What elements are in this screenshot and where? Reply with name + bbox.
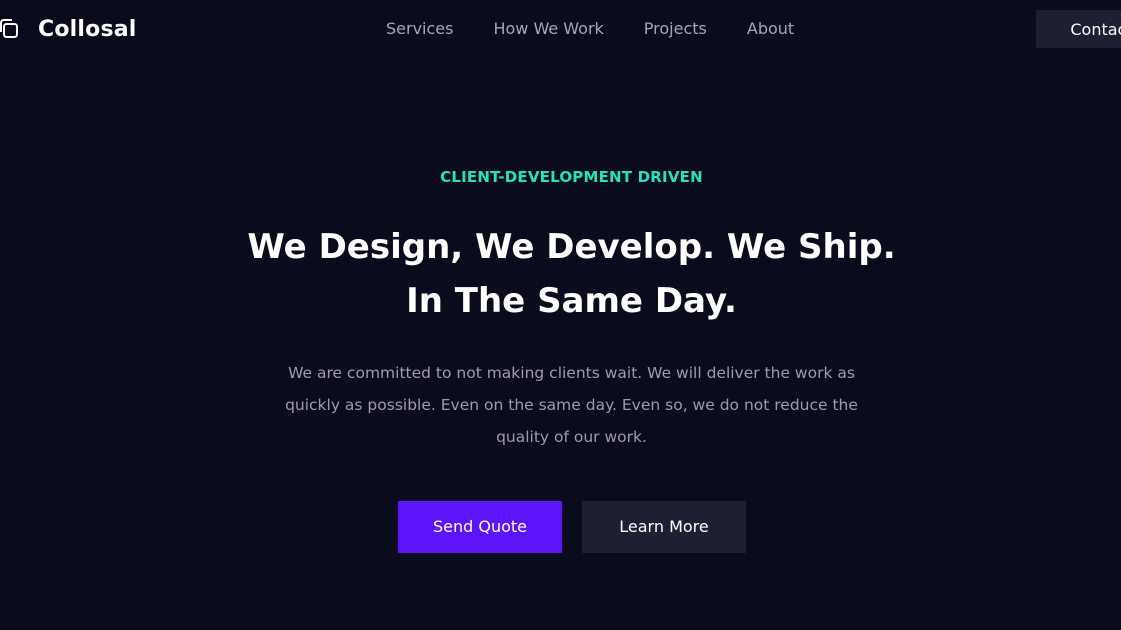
contact-button[interactable]: Contact bbox=[1036, 10, 1121, 48]
hero-headline: We Design, We Develop. We Ship. In The S… bbox=[0, 220, 1121, 328]
nav-link-services[interactable]: Services bbox=[386, 18, 453, 40]
hero-headline-line-1: We Design, We Develop. We Ship. bbox=[247, 227, 896, 267]
copy-squares-icon bbox=[0, 19, 18, 38]
hero-headline-line-2: In The Same Day. bbox=[406, 281, 737, 321]
navbar: Collosal Services How We Work Projects A… bbox=[0, 0, 1121, 58]
send-quote-button[interactable]: Send Quote bbox=[398, 501, 562, 553]
main-nav: Services How We Work Projects About bbox=[386, 18, 794, 40]
brand-logo-link[interactable]: Collosal bbox=[0, 14, 137, 44]
nav-link-projects[interactable]: Projects bbox=[644, 18, 707, 40]
nav-link-how-we-work[interactable]: How We Work bbox=[493, 18, 603, 40]
learn-more-button[interactable]: Learn More bbox=[582, 501, 746, 553]
brand-name: Collosal bbox=[38, 16, 137, 42]
nav-link-about[interactable]: About bbox=[747, 18, 794, 40]
hero-description: We are committed to not making clients w… bbox=[285, 364, 858, 446]
hero-eyebrow: CLIENT-DEVELOPMENT DRIVEN bbox=[440, 168, 703, 186]
